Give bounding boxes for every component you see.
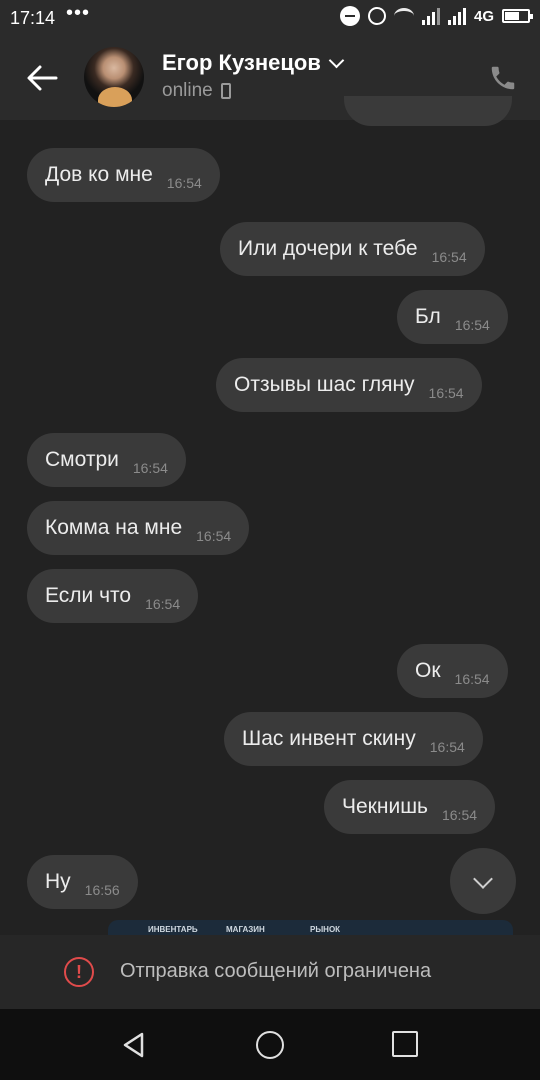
contact-status: online — [162, 80, 231, 102]
nav-home-icon[interactable] — [256, 1031, 284, 1059]
message-text: Или дочери к тебе — [238, 237, 418, 260]
contact-name: Егор Кузнецов — [162, 50, 321, 75]
scroll-down-button[interactable] — [450, 848, 516, 914]
back-arrow-icon[interactable] — [22, 56, 62, 100]
message-text: Отзывы шас гляну — [234, 373, 415, 396]
signal-icon — [421, 7, 440, 25]
status-icons: 4G — [339, 6, 533, 26]
image-tab-label: РЫНОК — [310, 925, 341, 934]
status-bar: 17:14 ••• 4G — [0, 0, 540, 36]
message-time: 16:54 — [132, 460, 168, 476]
message-outgoing[interactable]: Или дочери к тебе 16:54 — [220, 222, 485, 276]
image-tab-label: ИНВЕНТАРЬ — [148, 925, 198, 934]
message-text: Если что — [45, 584, 132, 607]
message-time: 16:54 — [454, 317, 490, 333]
message-outgoing[interactable]: Ок 16:54 — [397, 644, 508, 698]
nav-back-icon[interactable] — [120, 1031, 148, 1059]
restriction-text: Отправка сообщений ограничена — [120, 960, 432, 982]
message-text: Шас инвент скину — [242, 727, 416, 750]
message-incoming[interactable]: Дов ко мне 16:54 — [27, 148, 220, 202]
chevron-down-icon — [328, 52, 345, 68]
status-time: 17:14 — [10, 8, 56, 28]
message-text: Чекнишь — [342, 795, 428, 818]
avatar[interactable] — [84, 47, 144, 107]
message-time: 16:54 — [196, 528, 232, 544]
message-incoming[interactable]: Смотри 16:54 — [27, 433, 186, 487]
message-time: 16:54 — [145, 596, 181, 612]
message-time: 16:54 — [166, 175, 202, 191]
message-incoming[interactable]: Комма на мне 16:54 — [27, 501, 250, 555]
status-dots: ••• — [66, 2, 91, 24]
message-text: Ну — [45, 870, 71, 893]
message-time: 16:54 — [429, 739, 465, 755]
phone-call-icon[interactable] — [488, 63, 518, 93]
message-outgoing[interactable]: Шас инвент скину 16:54 — [224, 712, 483, 766]
message-time: 16:54 — [431, 249, 467, 265]
wifi-icon — [393, 8, 414, 24]
status-text: online — [162, 80, 213, 101]
device-icon — [220, 83, 231, 99]
network-type: 4G — [473, 7, 494, 25]
message-time: 16:54 — [428, 385, 464, 401]
message-incoming[interactable]: Ну 16:56 — [27, 855, 138, 909]
messaging-restricted-bar: ! Отправка сообщений ограничена — [0, 935, 540, 1009]
message-text: Бл — [415, 305, 441, 328]
message-text: Комма на мне — [45, 516, 183, 539]
warning-icon: ! — [64, 957, 94, 987]
message-outgoing[interactable]: Отзывы шас гляну 16:54 — [216, 358, 482, 412]
message-incoming[interactable]: Если что 16:54 — [27, 569, 199, 623]
partial-message-bubble — [344, 96, 512, 126]
message-outgoing[interactable]: Чекнишь 16:54 — [324, 780, 496, 834]
battery-icon — [502, 9, 533, 23]
message-time: 16:54 — [441, 807, 478, 823]
chevron-down-icon — [473, 869, 493, 889]
message-time: 16:54 — [454, 671, 490, 687]
alarm-icon — [367, 7, 386, 25]
message-text: Смотри — [45, 448, 119, 471]
image-tab-label: МАГАЗИН — [226, 925, 265, 934]
message-text: Ок — [415, 659, 441, 682]
message-outgoing[interactable]: Бл 16:54 — [397, 290, 508, 344]
message-time: 16:56 — [84, 882, 120, 898]
signal-icon-2 — [447, 7, 466, 25]
dnd-icon — [339, 6, 360, 26]
message-text: Дов ко мне — [45, 163, 153, 186]
nav-recent-icon[interactable] — [392, 1031, 418, 1057]
system-navigation-bar — [0, 1009, 540, 1080]
contact-name-row[interactable]: Егор Кузнецов — [162, 50, 345, 76]
